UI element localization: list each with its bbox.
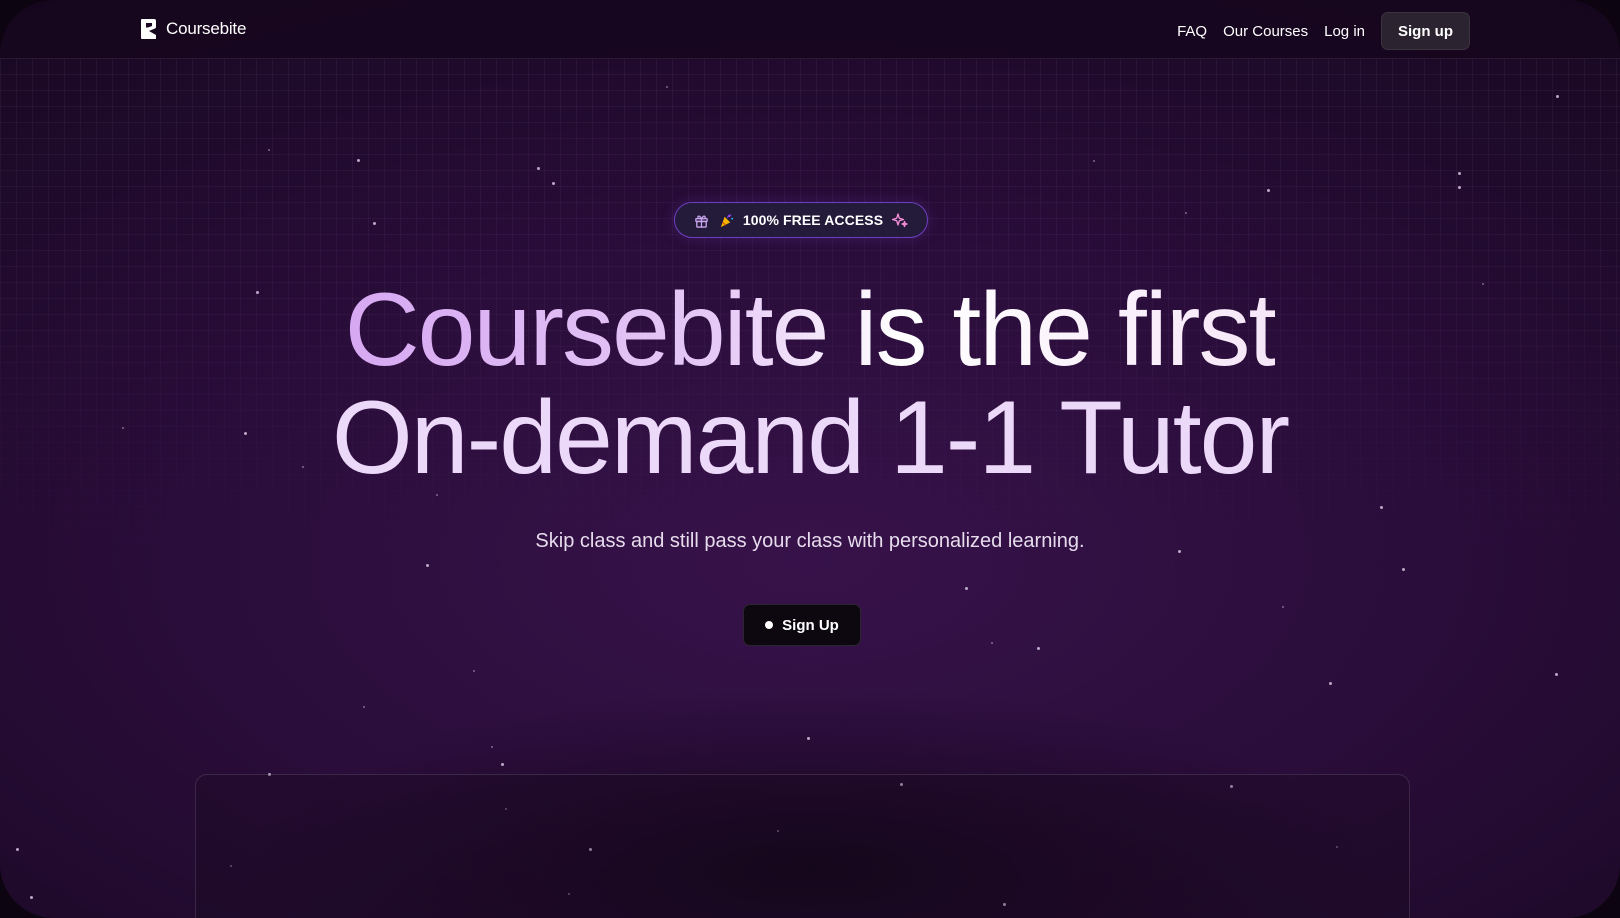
nav-link-log-in[interactable]: Log in (1324, 23, 1365, 40)
headline-line-2: On-demand 1-1 Tutor (331, 380, 1290, 496)
product-preview-frame (195, 774, 1410, 918)
free-access-badge: 100% FREE ACCESS (674, 202, 928, 238)
nav-links: FAQ Our Courses Log in Sign up (1161, 12, 1470, 50)
gift-icon (694, 213, 709, 228)
nav-link-our-courses[interactable]: Our Courses (1223, 23, 1308, 40)
hero-headline: Coursebite is the first On-demand 1-1 Tu… (0, 276, 1620, 492)
top-navbar: Coursebite FAQ Our Courses Log in Sign u… (0, 0, 1620, 59)
nav-signup-button[interactable]: Sign up (1381, 12, 1470, 50)
headline-line-1: Coursebite is the first (344, 272, 1278, 388)
page-frame: Coursebite FAQ Our Courses Log in Sign u… (0, 0, 1620, 918)
hero-signup-button[interactable]: Sign Up (743, 604, 861, 646)
coursebite-logo-icon (141, 19, 156, 39)
hero-subtitle: Skip class and still pass your class wit… (535, 530, 1085, 552)
brand[interactable]: Coursebite (140, 18, 246, 40)
cta-label: Sign Up (782, 616, 839, 634)
brand-name: Coursebite (166, 19, 247, 38)
party-popper-icon (719, 213, 734, 228)
nav-link-faq[interactable]: FAQ (1177, 23, 1207, 40)
badge-text: 100% FREE ACCESS (742, 212, 884, 228)
dot-icon (765, 621, 774, 629)
sparkles-icon (892, 212, 908, 228)
